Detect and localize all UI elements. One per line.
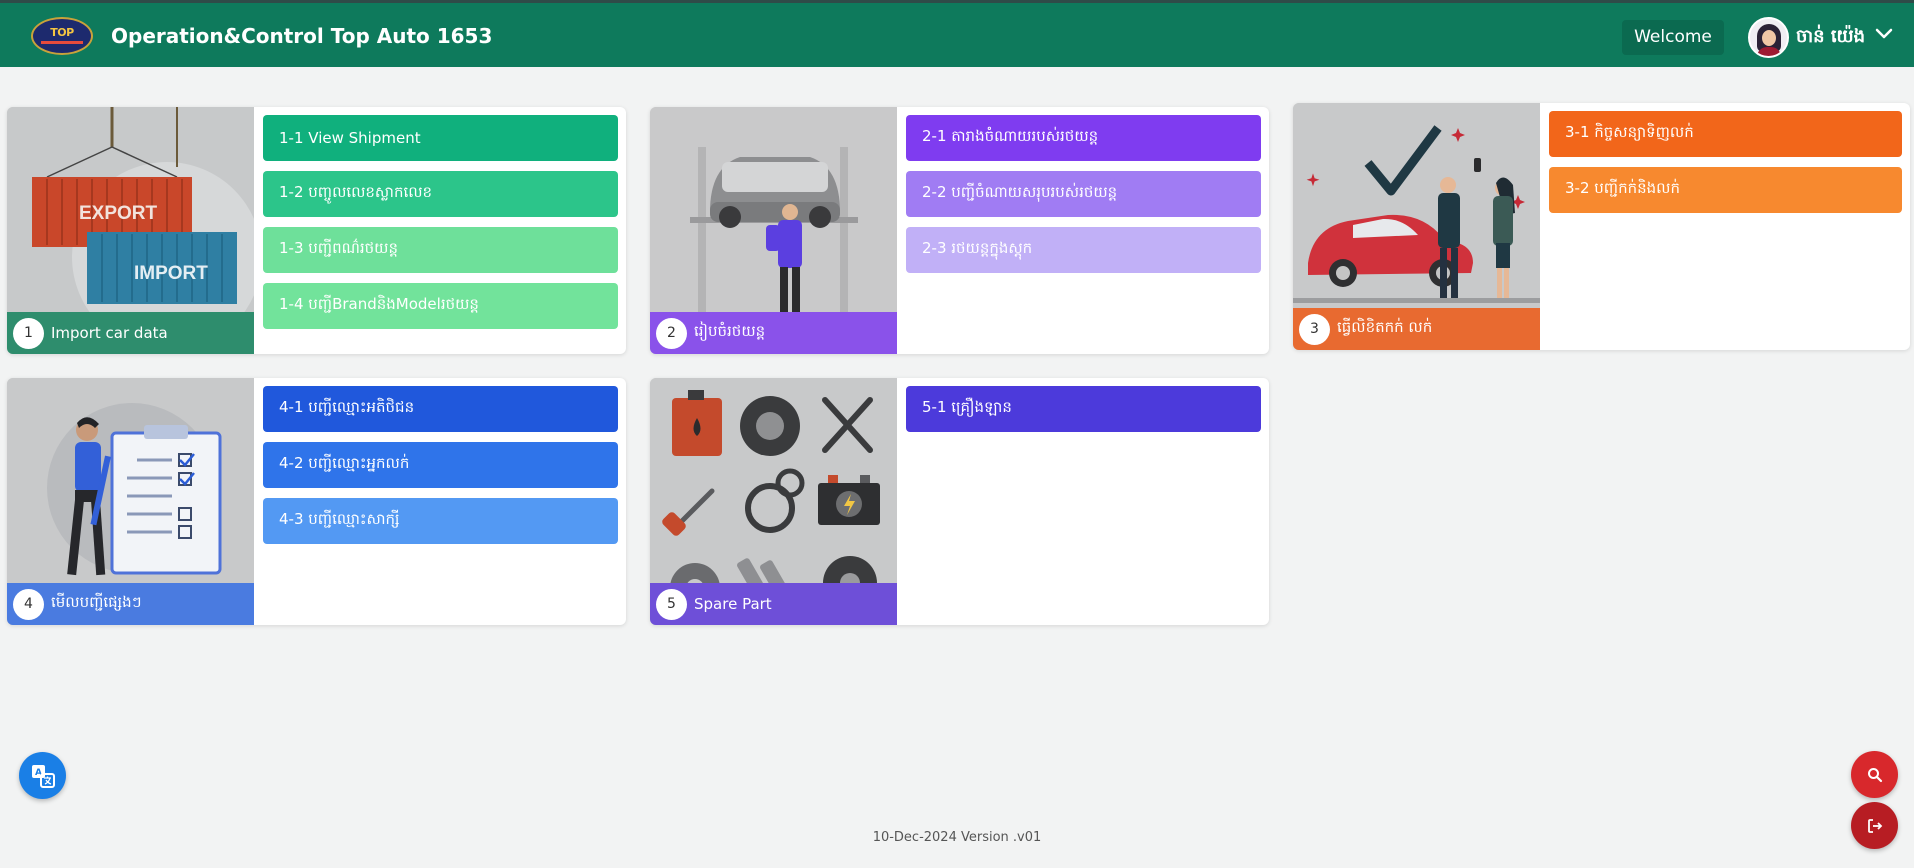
search-button[interactable] [1851,751,1898,798]
svg-text:IMPORT: IMPORT [134,263,208,284]
app-title: Operation&Control Top Auto 1653 [111,24,493,48]
user-avatar[interactable] [1748,17,1789,58]
menu-button-3-2[interactable]: 3-2 បញ្ជីកក់និងលក់ [1549,167,1902,213]
top-navbar: TOP Operation&Control Top Auto 1653 Welc… [0,0,1914,67]
card-number-badge: 3 [1299,313,1330,345]
card-menu: 2-1 តារាងចំណាយរបស់រថយន្ត 2-2 បញ្ជីចំណាយសរ… [906,115,1261,283]
menu-button-2-1[interactable]: 2-1 តារាងចំណាយរបស់រថយន្ត [906,115,1261,161]
translate-icon: A [31,764,55,788]
card-title: ធ្វើលិខិតកក់ លក់ [1337,318,1433,336]
card-menu: 5-1 គ្រឿងឡាន [906,386,1261,442]
menu-button-1-1[interactable]: 1-1 View Shipment [263,115,618,161]
menu-button-1-2[interactable]: 1-2 បញ្ចូលលេខស្លាកលេខ [263,171,618,217]
card-caption[interactable]: 5 Spare Part [650,583,897,625]
card-caption[interactable]: 1 Import car data [7,312,254,354]
menu-button-2-2[interactable]: 2-2 បញ្ជីចំណាយសរុបរបស់រថយន្ត [906,171,1261,217]
svg-text:EXPORT: EXPORT [79,203,158,224]
card-menu: 3-1 កិច្ចសន្យាទិញលក់ 3-2 បញ្ជីកក់និងលក់ [1549,111,1902,223]
card-title: Import car data [51,324,168,342]
card-caption[interactable]: 2 រៀបចំរថយន្ត [650,312,897,354]
card-title: រៀបចំរថយន្ត [694,322,766,340]
card-number-badge: 1 [13,317,44,349]
menu-button-4-2[interactable]: 4-2 បញ្ជីឈ្មោះអ្នកលក់ [263,442,618,488]
card-number-badge: 4 [13,588,44,620]
translate-button[interactable]: A [19,752,66,799]
card-other-lists: 4 មើលបញ្ជីផ្សេងៗ 4-1 បញ្ជីឈ្មោះអតិថិជន 4-… [7,378,626,625]
card-number-badge: 2 [656,317,687,349]
menu-button-4-3[interactable]: 4-3 បញ្ជីឈ្មោះសាក្សី [263,498,618,544]
card-booking-sale-letter: 3 ធ្វើលិខិតកក់ លក់ 3-1 កិច្ចសន្យាទិញលក់ 3… [1293,103,1910,350]
menu-button-4-1[interactable]: 4-1 បញ្ជីឈ្មោះអតិថិជន [263,386,618,432]
card-title: មើលបញ្ជីផ្សេងៗ [51,593,142,611]
menu-button-1-4[interactable]: 1-4 បញ្ជីBrandនិងModelរថយន្ត [263,283,618,329]
menu-button-1-3[interactable]: 1-3 បញ្ជីពណ៌រថយន្ត [263,227,618,273]
menu-button-5-1[interactable]: 5-1 គ្រឿងឡាន [906,386,1261,432]
card-menu: 1-1 View Shipment 1-2 បញ្ចូលលេខស្លាកលេខ 1-… [263,115,618,339]
card-title: Spare Part [694,595,772,613]
card-spare-part: 5 Spare Part 5-1 គ្រឿងឡាន [650,378,1269,625]
chevron-down-icon[interactable] [1875,27,1893,41]
card-menu: 4-1 បញ្ជីឈ្មោះអតិថិជន 4-2 បញ្ជីឈ្មោះអ្នកល… [263,386,618,554]
menu-button-2-3[interactable]: 2-3 រថយន្តក្នុងស្តុក [906,227,1261,273]
card-number-badge: 5 [656,588,687,620]
card-prepare-car: 2 រៀបចំរថយន្ត 2-1 តារាងចំណាយរបស់រថយន្ត 2-… [650,107,1269,354]
footer-version: 10-Dec-2024 Version .v01 [872,830,1042,845]
logo-text: TOP [50,26,74,39]
menu-button-3-1[interactable]: 3-1 កិច្ចសន្យាទិញលក់ [1549,111,1902,157]
welcome-button[interactable]: Welcome [1622,20,1724,55]
user-name[interactable]: ចាន់ យ៉េង [1796,24,1865,51]
search-icon [1867,767,1882,782]
card-import-car-data: EXPORT IMPORT 1 Import car data 1-1 View… [7,107,626,354]
company-logo[interactable]: TOP [31,17,93,55]
card-caption[interactable]: 3 ធ្វើលិខិតកក់ លក់ [1293,308,1540,350]
card-caption[interactable]: 4 មើលបញ្ជីផ្សេងៗ [7,583,254,625]
